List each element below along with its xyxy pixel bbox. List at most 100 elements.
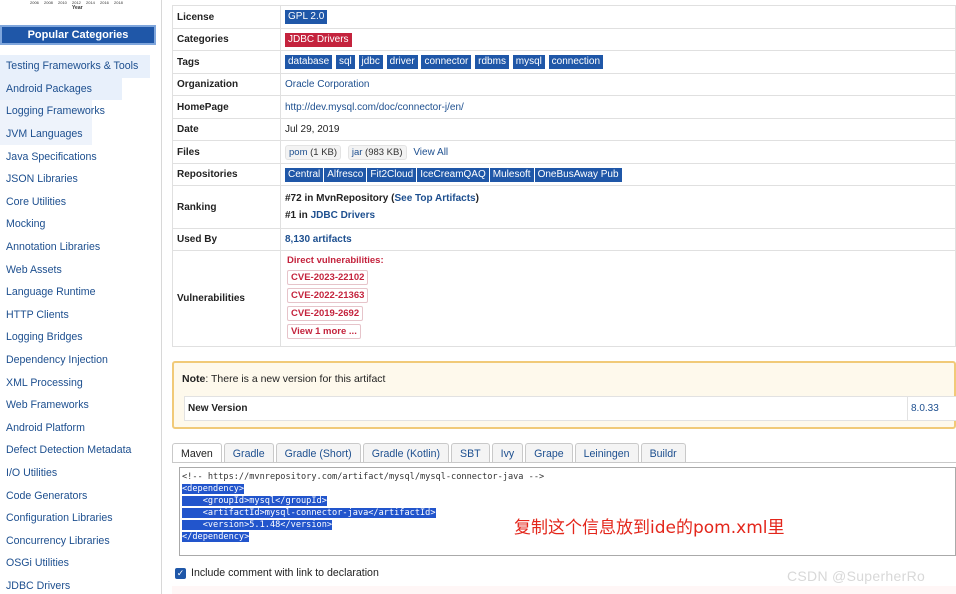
- top-artifacts-link[interactable]: See Top Artifacts: [394, 193, 475, 204]
- organization-link[interactable]: Oracle Corporation: [285, 79, 369, 90]
- sidebar-category-item[interactable]: Code Generators: [0, 484, 160, 507]
- tab-leiningen[interactable]: Leiningen: [574, 443, 639, 462]
- sidebar-category-label[interactable]: Core Utilities: [6, 196, 66, 208]
- sidebar-category-item[interactable]: Web Frameworks: [0, 394, 160, 417]
- sidebar-category-item[interactable]: Testing Frameworks & Tools: [0, 55, 150, 78]
- sidebar-category-label[interactable]: OSGi Utilities: [6, 557, 69, 569]
- homepage-link[interactable]: http://dev.mysql.com/doc/connector-j/en/: [285, 102, 464, 113]
- tab-divider: [172, 462, 956, 463]
- sidebar-category-item[interactable]: HTTP Clients: [0, 304, 160, 327]
- sidebar-category-label[interactable]: Code Generators: [6, 490, 87, 502]
- cve-badge[interactable]: CVE-2022-21363: [287, 288, 369, 303]
- tab-maven[interactable]: Maven: [172, 443, 222, 462]
- tab-grape[interactable]: Grape: [525, 443, 573, 462]
- chart-tick-label: 2018: [114, 0, 123, 5]
- sidebar-category-label[interactable]: Web Assets: [6, 264, 62, 276]
- tag-connection[interactable]: connection: [548, 55, 604, 69]
- repository-tag[interactable]: IceCreamQAQ: [417, 167, 489, 182]
- view-more-cves-link[interactable]: View 1 more ...: [287, 324, 361, 339]
- include-comment-checkbox[interactable]: ✓: [175, 567, 186, 579]
- jar-link[interactable]: jar: [352, 147, 363, 158]
- repository-tag[interactable]: Alfresco: [324, 167, 367, 182]
- sidebar-category-label[interactable]: HTTP Clients: [6, 309, 69, 321]
- sidebar-category-label[interactable]: Language Runtime: [6, 286, 96, 298]
- sidebar-category-item[interactable]: JDBC Drivers: [0, 575, 160, 594]
- sidebar-category-item[interactable]: Language Runtime: [0, 281, 160, 304]
- sidebar-category-label[interactable]: JDBC Drivers: [6, 580, 70, 592]
- sidebar-category-item[interactable]: JSON Libraries: [0, 168, 160, 191]
- jar-file[interactable]: jar (983 KB): [347, 144, 407, 160]
- sidebar-category-label[interactable]: JVM Languages: [6, 128, 83, 140]
- tag-database[interactable]: database: [285, 55, 333, 69]
- dependency-snippet[interactable]: <!-- https://mvnrepository.com/artifact/…: [179, 467, 956, 556]
- sidebar-category-label[interactable]: Defect Detection Metadata: [6, 444, 131, 456]
- tag-driver[interactable]: driver: [386, 55, 418, 69]
- category-tag[interactable]: JDBC Drivers: [285, 32, 352, 47]
- repository-tag[interactable]: Mulesoft: [489, 167, 534, 182]
- tab-gradle-kotlin[interactable]: Gradle (Kotlin): [362, 443, 450, 462]
- pom-file[interactable]: pom (1 KB): [285, 144, 342, 160]
- tab-sbt[interactable]: SBT: [451, 443, 490, 462]
- repository-tag[interactable]: Fit2Cloud: [367, 167, 417, 182]
- tab-gradle-short[interactable]: Gradle (Short): [275, 443, 361, 462]
- ranking-1-prefix: #72 in MvnRepository (: [285, 193, 395, 204]
- chart-tick-label: 2008: [44, 0, 53, 5]
- sidebar-category-label[interactable]: I/O Utilities: [6, 467, 57, 479]
- sidebar-category-item[interactable]: Defect Detection Metadata: [0, 439, 160, 462]
- sidebar-category-item[interactable]: XML Processing: [0, 371, 160, 394]
- sidebar-category-item[interactable]: JVM Languages: [0, 122, 92, 146]
- sidebar-category-item[interactable]: Web Assets: [0, 258, 160, 281]
- sidebar-category-label[interactable]: XML Processing: [6, 377, 83, 389]
- sidebar-category-item[interactable]: Android Packages: [0, 77, 122, 101]
- sidebar-category-item[interactable]: Logging Bridges: [0, 326, 160, 349]
- new-version-link[interactable]: 8.0.33: [911, 403, 939, 414]
- sidebar-category-label[interactable]: Annotation Libraries: [6, 241, 100, 253]
- sidebar-category-label[interactable]: Android Platform: [6, 422, 85, 434]
- sidebar-category-item[interactable]: Android Platform: [0, 417, 160, 440]
- sidebar-category-label[interactable]: Dependency Injection: [6, 354, 108, 366]
- sidebar-category-label[interactable]: Logging Frameworks: [6, 105, 105, 117]
- sidebar-category-item[interactable]: Dependency Injection: [0, 349, 160, 372]
- used-by-row: Used By 8,130 artifacts: [172, 228, 956, 251]
- sidebar-category-item[interactable]: Configuration Libraries: [0, 507, 160, 530]
- view-all-link[interactable]: View All: [413, 147, 448, 158]
- license-tag[interactable]: GPL 2.0: [285, 10, 328, 24]
- sidebar-category-label[interactable]: Mocking: [6, 218, 45, 230]
- repository-tag[interactable]: Central: [285, 167, 324, 182]
- selected-code-text: <groupId>mysql</groupId>: [182, 496, 327, 506]
- sidebar-category-label[interactable]: JSON Libraries: [6, 173, 78, 185]
- sidebar-category-label[interactable]: Concurrency Libraries: [6, 535, 110, 547]
- tab-gradle[interactable]: Gradle: [223, 443, 274, 462]
- sidebar-category-item[interactable]: I/O Utilities: [0, 462, 160, 485]
- used-by-link[interactable]: 8,130 artifacts: [285, 234, 352, 245]
- repository-tag[interactable]: OneBusAway Pub: [534, 167, 622, 182]
- tag-jdbc[interactable]: jdbc: [358, 55, 383, 69]
- cve-badge[interactable]: CVE-2023-22102: [287, 270, 369, 285]
- pom-link[interactable]: pom: [289, 147, 307, 158]
- sidebar-category-label[interactable]: Java Specifications: [6, 151, 97, 163]
- sidebar-category-label[interactable]: Android Packages: [6, 83, 92, 95]
- cve-badge[interactable]: CVE-2019-2692: [287, 306, 364, 321]
- sidebar-category-item[interactable]: Core Utilities: [0, 191, 160, 214]
- sidebar-category-label[interactable]: Web Frameworks: [6, 399, 89, 411]
- sidebar-category-item[interactable]: Logging Frameworks: [0, 100, 105, 123]
- tab-buildr[interactable]: Buildr: [640, 443, 686, 462]
- sidebar-category-item[interactable]: OSGi Utilities: [0, 552, 160, 575]
- sidebar-category-item[interactable]: Concurrency Libraries: [0, 529, 160, 552]
- code-comment-line: <!-- https://mvnrepository.com/artifact/…: [182, 472, 545, 482]
- include-comment-row[interactable]: ✓ Include comment with link to declarati…: [175, 567, 379, 579]
- sidebar-category-item[interactable]: Java Specifications: [0, 145, 160, 168]
- sidebar-category-label[interactable]: Configuration Libraries: [6, 512, 113, 524]
- sidebar-category-label[interactable]: Testing Frameworks & Tools: [6, 60, 138, 72]
- tag-connector[interactable]: connector: [421, 55, 472, 69]
- sidebar-category-item[interactable]: Annotation Libraries: [0, 236, 160, 259]
- ranking-category-link[interactable]: JDBC Drivers: [311, 210, 375, 221]
- sidebar-category-label[interactable]: Logging Bridges: [6, 331, 83, 343]
- tag-mysql[interactable]: mysql: [512, 55, 545, 69]
- tag-rdbms[interactable]: rdbms: [475, 55, 509, 69]
- dependency-code[interactable]: <!-- https://mvnrepository.com/artifact/…: [182, 471, 544, 543]
- sidebar-category-item[interactable]: Mocking: [0, 213, 160, 236]
- new-version-label: New Version: [188, 403, 248, 414]
- tab-ivy[interactable]: Ivy: [491, 443, 524, 462]
- tag-sql[interactable]: sql: [335, 55, 355, 69]
